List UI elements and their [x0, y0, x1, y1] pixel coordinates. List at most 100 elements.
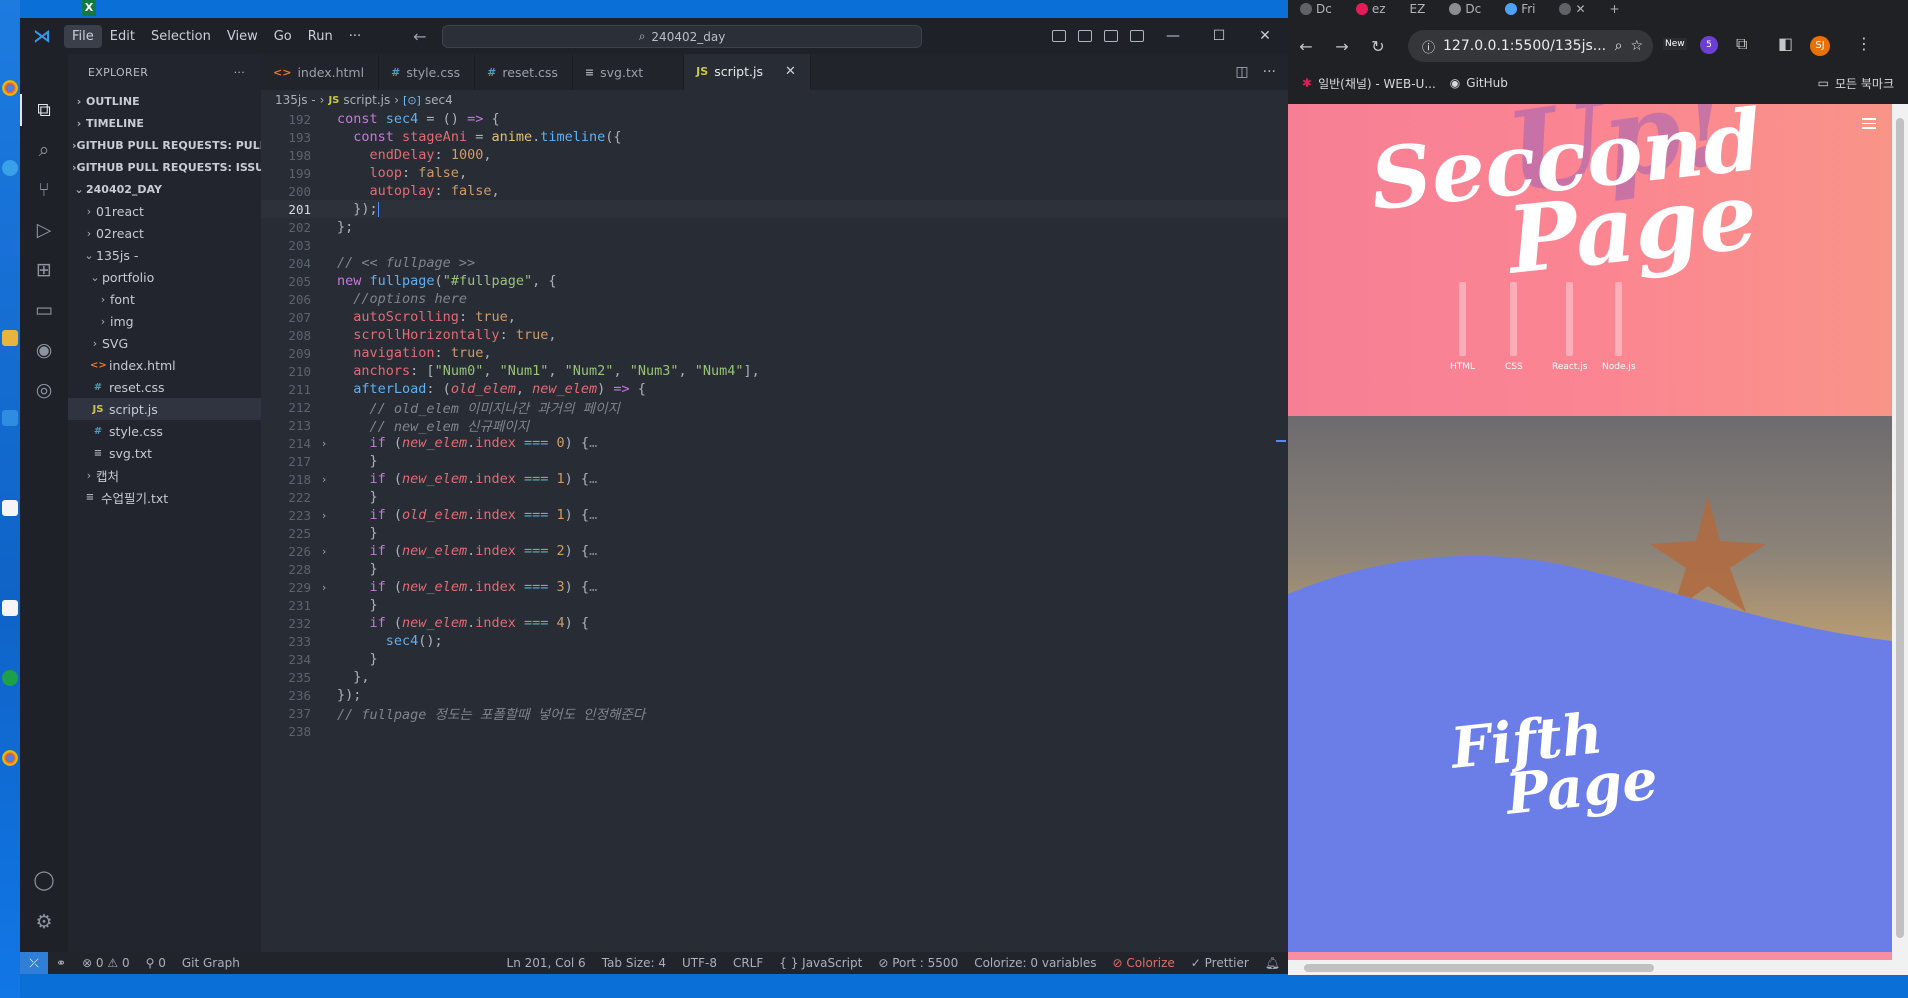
more-actions-icon[interactable]: ··· — [1263, 64, 1276, 80]
breadcrumb-symbol[interactable]: sec4 — [425, 93, 453, 107]
close-window-button[interactable]: ✕ — [1242, 18, 1288, 54]
sync-icon[interactable]: ⚭ — [48, 956, 74, 970]
menu-edit[interactable]: Edit — [102, 25, 143, 48]
toggle-sidebar-icon[interactable] — [1052, 30, 1066, 42]
remote-explorer-icon[interactable]: ▭ — [32, 298, 56, 322]
profile-avatar[interactable]: SJ — [1810, 36, 1830, 56]
desktop-icon-hwp[interactable] — [2, 410, 18, 426]
fold-chevron-icon[interactable]: › — [311, 581, 337, 594]
chrome-tab[interactable]: Dc — [1288, 2, 1344, 16]
fold-chevron-icon[interactable]: › — [311, 509, 337, 522]
extensions-puzzle-icon[interactable]: ⧉ — [1736, 34, 1747, 54]
bookmark-star-icon[interactable]: ☆ — [1630, 38, 1643, 54]
command-center-search[interactable]: ⌕ 240402_day — [442, 25, 922, 48]
desktop-icon-edge[interactable] — [2, 160, 18, 176]
explorer-icon[interactable]: ⧉ — [32, 98, 56, 122]
cursor-position[interactable]: Ln 201, Col 6 — [499, 956, 594, 970]
tab-reset-css[interactable]: # reset.css — [475, 54, 573, 90]
git-graph-status[interactable]: Git Graph — [174, 956, 248, 970]
section-workspace[interactable]: ⌄ 240402_DAY — [68, 178, 261, 200]
tree-folder-capture[interactable]: › 캡처 — [68, 464, 261, 486]
tree-folder-img[interactable]: › img — [68, 310, 261, 332]
encoding[interactable]: UTF-8 — [674, 956, 725, 970]
tree-folder-02react[interactable]: › 02react — [68, 222, 261, 244]
accounts-icon[interactable]: ◯ — [32, 868, 56, 892]
colorize-variables[interactable]: Colorize: 0 variables — [966, 956, 1104, 970]
split-editor-icon[interactable]: ◫ — [1235, 64, 1248, 80]
language-mode[interactable]: { } JavaScript — [771, 956, 870, 970]
vertical-scrollbar[interactable] — [1892, 104, 1908, 960]
more-actions-icon[interactable]: ··· — [234, 66, 245, 79]
all-bookmarks[interactable]: ▭ 모든 북마크 — [1818, 75, 1894, 92]
horizontal-scrollbar[interactable] — [1288, 960, 1908, 975]
menu-file[interactable]: File — [64, 24, 102, 48]
menu-more[interactable]: ··· — [341, 25, 369, 48]
github-icon[interactable]: ◎ — [32, 378, 56, 402]
tab-style-css[interactable]: # style.css — [379, 54, 476, 90]
notifications-bell-icon[interactable]: 🔔︎ — [1257, 956, 1288, 970]
address-bar[interactable]: ⓘ 127.0.0.1:5500/135js... ⌕ ☆ — [1408, 30, 1653, 62]
customize-layout-icon[interactable] — [1130, 30, 1144, 42]
toggle-secondary-sidebar-icon[interactable] — [1104, 30, 1118, 42]
chrome-tab-active[interactable]: ✕ — [1547, 2, 1597, 16]
hamburger-menu-icon[interactable] — [1862, 118, 1876, 132]
tree-file-notes-txt[interactable]: ≡ 수업필기.txt — [68, 486, 261, 508]
vertical-scroll-thumb[interactable] — [1896, 118, 1904, 938]
prettier-status[interactable]: ✓ Prettier — [1183, 956, 1257, 970]
fold-chevron-icon[interactable]: › — [311, 437, 337, 450]
side-panel-icon[interactable]: ◧ — [1778, 34, 1793, 53]
tree-folder-svg[interactable]: › SVG — [68, 332, 261, 354]
tab-size[interactable]: Tab Size: 4 — [594, 956, 674, 970]
section-gh-issues[interactable]: › GITHUB PULL REQUESTS: ISSUES — [68, 156, 261, 178]
site-info-icon[interactable]: ⓘ — [1422, 37, 1435, 56]
fold-chevron-icon[interactable]: › — [311, 545, 337, 558]
section-timeline[interactable]: › TIMELINE — [68, 112, 261, 134]
extensions-icon[interactable]: ⊞ — [32, 258, 56, 282]
back-arrow-icon[interactable]: ← — [413, 27, 426, 46]
code-view[interactable]: 192 const sec4 = () => { 193 const stageA… — [261, 110, 1288, 740]
problems-status[interactable]: ⊗ 0 ⚠ 0 — [74, 956, 138, 970]
tree-file-index-html[interactable]: <> index.html — [68, 354, 261, 376]
tree-folder-135js[interactable]: ⌄ 135js - — [68, 244, 261, 266]
tab-index-html[interactable]: <> index.html — [261, 54, 380, 90]
minimize-button[interactable]: — — [1150, 18, 1196, 54]
settings-gear-icon[interactable]: ⚙ — [32, 910, 56, 934]
live-server-port[interactable]: ⊘ Port : 5500 — [870, 956, 966, 970]
forward-arrow-icon[interactable]: → — [1324, 37, 1360, 56]
new-tab-button[interactable]: + — [1598, 2, 1632, 16]
colorize-toggle[interactable]: ⊘ Colorize — [1105, 956, 1183, 970]
menu-run[interactable]: Run — [300, 25, 341, 48]
chrome-tab[interactable]: Dc — [1437, 2, 1493, 16]
breadcrumb-file[interactable]: script.js — [343, 93, 390, 107]
desktop-icon-green[interactable] — [2, 670, 18, 686]
chrome-tab[interactable]: EZ — [1398, 2, 1438, 16]
maximize-button[interactable]: ☐ — [1196, 18, 1242, 54]
reload-icon[interactable]: ↻ — [1360, 37, 1396, 56]
section-gh-pr[interactable]: ›GITHUB PULL REQUESTS: PULL ... — [68, 134, 261, 156]
remote-indicator-icon[interactable]: ⤫ — [20, 952, 48, 974]
tree-folder-01react[interactable]: › 01react — [68, 200, 261, 222]
close-tab-icon[interactable]: ✕ — [785, 64, 796, 79]
editor-scrollbar[interactable] — [1274, 110, 1288, 952]
toggle-panel-icon[interactable] — [1078, 30, 1092, 42]
bookmark-slack[interactable]: ✱ 일반(채널) - WEB-U... — [1288, 75, 1436, 92]
ports-status[interactable]: ⚲ 0 — [138, 956, 174, 970]
tree-file-style-css[interactable]: # style.css — [68, 420, 261, 442]
menu-selection[interactable]: Selection — [143, 25, 219, 48]
extension-badge-icon[interactable]: 5 — [1700, 36, 1718, 54]
desktop-icon-photoshop[interactable] — [2, 600, 18, 616]
bookmark-github[interactable]: ◉ GitHub — [1436, 76, 1508, 90]
search-icon[interactable]: ⌕ — [32, 138, 56, 162]
tree-folder-font[interactable]: › font — [68, 288, 261, 310]
breadcrumb-folder[interactable]: 135js - — [275, 93, 316, 107]
desktop-icon-illustrator[interactable] — [2, 500, 18, 516]
horizontal-scroll-thumb[interactable] — [1304, 964, 1654, 972]
tab-script-js[interactable]: JS script.js ✕ — [684, 54, 811, 90]
chrome-tab[interactable]: ez — [1344, 2, 1398, 16]
zoom-icon[interactable]: ⌕ — [1615, 38, 1623, 54]
desktop-icon-folder[interactable] — [2, 330, 18, 346]
menu-go[interactable]: Go — [266, 25, 300, 48]
git-graph-icon[interactable]: ◉ — [32, 338, 56, 362]
close-tab-icon[interactable]: ✕ — [1575, 2, 1585, 16]
section-outline[interactable]: › OUTLINE — [68, 90, 261, 112]
